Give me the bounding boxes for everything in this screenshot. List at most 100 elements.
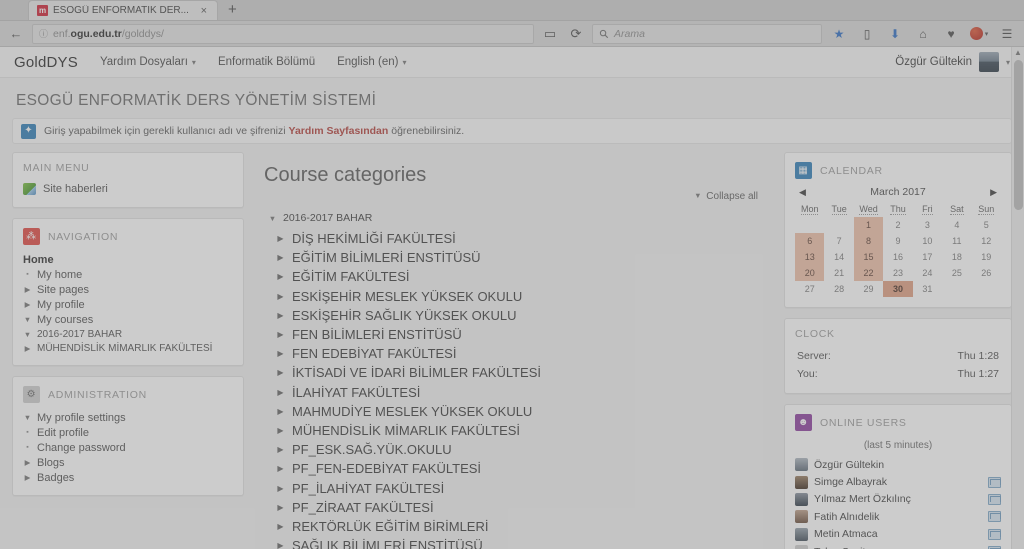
chevron-right-icon[interactable]: ▶	[276, 368, 285, 377]
calendar-day[interactable]: 10	[913, 233, 942, 249]
calendar-day[interactable]: 5	[972, 217, 1001, 233]
chevron-right-icon[interactable]: ▶	[276, 445, 285, 454]
main-menu-item-site-haberleri[interactable]: Site haberleri	[23, 181, 233, 197]
calendar-day[interactable]: 21	[824, 265, 853, 281]
calendar-day[interactable]: 12	[972, 233, 1001, 249]
online-user-name[interactable]: Özgür Gültekin	[814, 459, 1001, 471]
calendar-day[interactable]: 11	[942, 233, 971, 249]
chevron-right-icon[interactable]: ▶	[276, 234, 285, 243]
user-menu[interactable]: Özgür Gültekin ▾	[895, 52, 1010, 72]
chevron-right-icon[interactable]: ▶	[276, 426, 285, 435]
scroll-up-icon[interactable]: ▲	[1012, 47, 1024, 59]
reader-mode-icon[interactable]: ▭	[540, 24, 560, 44]
scrollbar-thumb[interactable]	[1014, 60, 1023, 210]
chevron-right-icon[interactable]: ▶	[276, 330, 285, 339]
online-user-row[interactable]: Tolga Seyit	[795, 543, 1001, 549]
category-item[interactable]: ▶ ESKİŞEHİR MESLEK YÜKSEK OKULU	[276, 287, 766, 306]
message-icon[interactable]	[988, 493, 1001, 505]
calendar-day[interactable]: 19	[972, 249, 1001, 265]
calendar-day[interactable]: 15	[853, 249, 884, 265]
calendar-day[interactable]: 9	[883, 233, 912, 249]
chevron-right-icon[interactable]: ▶	[276, 388, 285, 397]
library-icon[interactable]: ▯	[856, 24, 878, 44]
online-user-row[interactable]: Fatih Alnıdelik	[795, 508, 1001, 525]
calendar-day[interactable]: 25	[942, 265, 971, 281]
site-brand[interactable]: GoldDYS	[14, 54, 78, 71]
calendar-day[interactable]: 13	[795, 249, 825, 265]
info-icon[interactable]: ⓘ	[39, 27, 48, 40]
collapse-all-button[interactable]: ▼ Collapse all	[262, 191, 766, 208]
category-item[interactable]: ▶ DİŞ HEKİMLİĞİ FAKÜLTESİ	[276, 229, 766, 248]
chevron-right-icon[interactable]: ▶	[23, 458, 32, 467]
chevron-right-icon[interactable]: ▶	[276, 464, 285, 473]
calendar-day[interactable]: 27	[795, 281, 824, 297]
category-item[interactable]: ▶ MÜHENDİSLİK MİMARLIK FAKÜLTESİ	[276, 421, 766, 440]
calendar-day[interactable]: 23	[883, 265, 912, 281]
calendar-day[interactable]: 8	[853, 233, 884, 249]
browser-tab[interactable]: m ESOGÜ ENFORMATİK DER... ×	[28, 0, 218, 20]
chevron-right-icon[interactable]: ▶	[276, 272, 285, 281]
category-item[interactable]: ▶ FEN BİLİMLERİ ENSTİTÜSÜ	[276, 325, 766, 344]
menu-icon[interactable]: ☰	[996, 24, 1018, 44]
nav-item-enformatik-bolumu[interactable]: Enformatik Bölümü	[218, 56, 315, 68]
message-icon[interactable]	[988, 528, 1001, 540]
prev-month-button[interactable]: ◀	[799, 187, 806, 198]
calendar-day[interactable]: 1	[853, 217, 884, 233]
home-icon[interactable]: ⌂	[912, 24, 934, 44]
nav-tree-item-term[interactable]: ▼ 2016-2017 BAHAR	[23, 327, 233, 341]
category-item[interactable]: ▶ FEN EDEBİYAT FAKÜLTESİ	[276, 344, 766, 363]
nav-item-language[interactable]: English (en) ▾	[337, 56, 406, 68]
category-item[interactable]: ▶ PF_ZİRAAT FAKÜLTESİ	[276, 498, 766, 517]
online-user-name[interactable]: Metin Atmaca	[814, 528, 982, 540]
calendar-day[interactable]: 6	[795, 233, 825, 249]
chevron-right-icon[interactable]: ▶	[276, 349, 285, 358]
reload-icon[interactable]: ⟳	[566, 24, 586, 44]
downloads-icon[interactable]: ⬇	[884, 24, 906, 44]
online-user-row[interactable]: Metin Atmaca	[795, 526, 1001, 543]
calendar-day[interactable]: 18	[942, 249, 971, 265]
admin-item-blogs[interactable]: ▶ Blogs	[23, 455, 233, 470]
back-icon[interactable]: ←	[6, 24, 26, 44]
chevron-right-icon[interactable]: ▶	[276, 311, 285, 320]
online-user-name[interactable]: Tolga Seyit	[814, 546, 982, 549]
close-icon[interactable]: ×	[199, 5, 209, 17]
pocket-icon[interactable]: ♥	[940, 24, 962, 44]
chevron-right-icon[interactable]: ▶	[23, 285, 32, 294]
nav-tree-item-my-home[interactable]: ▪ My home	[23, 267, 233, 282]
calendar-day[interactable]: 2	[883, 217, 912, 233]
chevron-right-icon[interactable]: ▶	[276, 503, 285, 512]
category-item[interactable]: ▶ MAHMUDİYE MESLEK YÜKSEK OKULU	[276, 402, 766, 421]
chevron-down-icon[interactable]: ▼	[268, 214, 277, 223]
online-user-row[interactable]: Özgür Gültekin	[795, 456, 1001, 473]
chevron-right-icon[interactable]: ▶	[276, 253, 285, 262]
category-item[interactable]: ▶ PF_FEN-EDEBİYAT FAKÜLTESİ	[276, 459, 766, 478]
nav-tree-item-faculty[interactable]: ▶ MÜHENDİSLİK MİMARLIK FAKÜLTESİ	[23, 341, 233, 355]
admin-item-change-password[interactable]: ▪ Change password	[23, 440, 233, 455]
online-user-name[interactable]: Yılmaz Mert Özkılınç	[814, 493, 982, 505]
category-item[interactable]: ▶ ESKİŞEHİR SAĞLIK YÜKSEK OKULU	[276, 306, 766, 325]
chevron-down-icon[interactable]: ▼	[23, 330, 32, 339]
category-item[interactable]: ▶ SAĞLIK BİLİMLERİ ENSTİTÜSÜ	[276, 536, 766, 549]
online-user-name[interactable]: Fatih Alnıdelik	[814, 511, 982, 523]
calendar-day[interactable]: 29	[854, 281, 883, 297]
calendar-day[interactable]: 3	[913, 217, 942, 233]
nav-tree-item-site-pages[interactable]: ▶ Site pages	[23, 282, 233, 297]
chevron-right-icon[interactable]: ▶	[23, 344, 32, 353]
online-user-name[interactable]: Simge Albayrak	[814, 476, 982, 488]
calendar-day[interactable]: 26	[972, 265, 1001, 281]
nav-tree-item-my-courses[interactable]: ▼ My courses	[23, 312, 233, 327]
next-month-button[interactable]: ▶	[990, 187, 997, 198]
chevron-right-icon[interactable]: ▶	[276, 522, 285, 531]
category-item[interactable]: ▶ REKTÖRLÜK EĞİTİM BİRİMLERİ	[276, 517, 766, 536]
category-root[interactable]: ▼ 2016-2017 BAHAR	[262, 208, 766, 229]
account-icon[interactable]: ▾	[968, 24, 990, 44]
calendar-day[interactable]: 31	[913, 281, 942, 297]
chevron-right-icon[interactable]: ▶	[23, 300, 32, 309]
nav-tree-item-my-profile[interactable]: ▶ My profile	[23, 297, 233, 312]
category-item[interactable]: ▶ İLAHİYAT FAKÜLTESİ	[276, 383, 766, 402]
category-item[interactable]: ▶ EĞİTİM FAKÜLTESİ	[276, 267, 766, 286]
new-tab-icon[interactable]: +	[228, 1, 237, 18]
admin-item-edit-profile[interactable]: ▪ Edit profile	[23, 425, 233, 440]
nav-item-yardim-dosyalari[interactable]: Yardım Dosyaları ▾	[100, 56, 196, 68]
calendar-day[interactable]: 24	[913, 265, 942, 281]
